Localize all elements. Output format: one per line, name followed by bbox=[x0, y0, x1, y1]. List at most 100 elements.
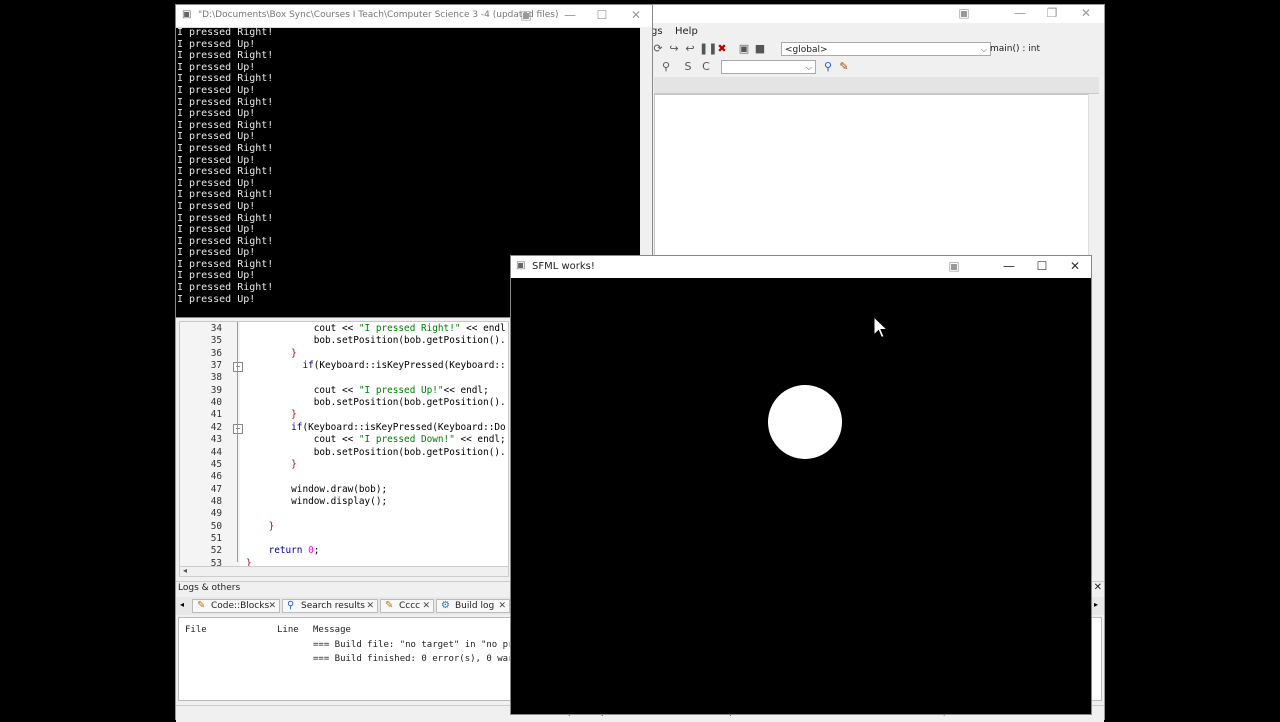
code-line[interactable]: cout << "I pressed Right!" << endl bbox=[246, 323, 506, 334]
console-line: I pressed Right! bbox=[177, 212, 274, 224]
console-title: "D:\Documents\Box Sync\Courses I Teach\C… bbox=[198, 10, 558, 20]
console-line: I pressed Right! bbox=[177, 166, 274, 178]
code-line[interactable]: cout << "I pressed Up!"<< endl; bbox=[246, 385, 489, 396]
tabs-scroll-left-icon[interactable]: ◂ bbox=[180, 600, 184, 609]
console-line: I pressed Right! bbox=[177, 27, 274, 38]
tab-close-icon[interactable]: ✕ bbox=[422, 600, 430, 612]
tab-close-icon[interactable]: ✕ bbox=[498, 600, 506, 612]
fold-toggle-icon[interactable]: − bbox=[233, 362, 243, 373]
column-message[interactable]: Message bbox=[313, 625, 351, 635]
console-minimize-button[interactable]: — bbox=[554, 7, 586, 25]
code-line[interactable]: bob.setPosition(bob.getPosition(). bbox=[246, 447, 506, 458]
sfml-titlebar: ▣ SFML works! ▣ — ☐ ✕ bbox=[511, 256, 1091, 278]
tab-close-icon[interactable]: ✕ bbox=[268, 600, 276, 612]
line-number: 50 bbox=[210, 520, 222, 532]
tab-codeblocks[interactable]: ✎ Code::Blocks ✕ bbox=[192, 599, 280, 613]
stop-icon[interactable]: ✖ bbox=[715, 42, 729, 56]
sfml-pin-icon[interactable]: ▣ bbox=[938, 258, 970, 276]
search-icon: ⚲ bbox=[287, 600, 295, 611]
function-combo[interactable]: main() : int bbox=[987, 42, 1102, 56]
console-line: I pressed Up! bbox=[177, 200, 256, 212]
console-pin-icon[interactable]: ▣ bbox=[510, 7, 542, 25]
debug-next-icon[interactable]: ⟳ bbox=[651, 42, 665, 56]
code-line[interactable]: return 0; bbox=[246, 545, 320, 556]
sfml-maximize-button[interactable]: ☐ bbox=[1026, 258, 1058, 276]
line-number: 45 bbox=[210, 458, 222, 470]
line-number: 34 bbox=[210, 323, 222, 334]
ide-close-button[interactable]: ✕ bbox=[1070, 5, 1102, 23]
console-line: I pressed Right! bbox=[177, 96, 274, 108]
sfml-close-button[interactable]: ✕ bbox=[1059, 258, 1091, 276]
console-line: I pressed Up! bbox=[177, 38, 256, 50]
console-line: I pressed Up! bbox=[177, 131, 256, 143]
line-number: 37 bbox=[210, 360, 222, 372]
tab-build-log[interactable]: ⚙ Build log ✕ bbox=[436, 599, 510, 613]
info-icon[interactable]: ■ bbox=[753, 42, 767, 56]
log-message: === Build file: "no target" in "no proj bbox=[313, 640, 525, 650]
fold-line bbox=[237, 322, 238, 562]
line-number: 48 bbox=[210, 495, 222, 507]
console-line: I pressed Right! bbox=[177, 189, 274, 201]
line-number: 36 bbox=[210, 347, 222, 359]
search-settings-icon[interactable]: ✎ bbox=[837, 60, 851, 74]
code-editor[interactable]: 34 cout << "I pressed Right!" << endl 35 … bbox=[179, 321, 509, 567]
sfml-app-icon: ▣ bbox=[516, 260, 526, 271]
ide-restore-button[interactable]: ❐ bbox=[1036, 5, 1068, 23]
console-app-icon: ▣ bbox=[182, 9, 192, 20]
column-line[interactable]: Line bbox=[277, 625, 299, 635]
scroll-left-icon[interactable]: ◂ bbox=[183, 566, 187, 575]
search-combo[interactable]: ⌵ bbox=[721, 60, 816, 74]
code-line[interactable]: if(Keyboard::isKeyPressed(Keyboard:: bbox=[246, 360, 505, 371]
column-file[interactable]: File bbox=[185, 625, 207, 635]
step-out-icon[interactable]: ↩ bbox=[683, 42, 697, 56]
sfml-window[interactable]: ▣ SFML works! ▣ — ☐ ✕ bbox=[510, 255, 1092, 715]
tab-cccc[interactable]: ✎ Cccc ✕ bbox=[380, 599, 434, 613]
code-line[interactable]: } bbox=[246, 459, 297, 470]
scope-combo[interactable]: <global> ⌵ bbox=[781, 42, 991, 56]
ide-minimize-button[interactable]: — bbox=[1004, 5, 1036, 23]
search-run-icon[interactable]: ⚲ bbox=[821, 60, 835, 74]
tab-close-icon[interactable]: ✕ bbox=[366, 600, 374, 612]
c-icon[interactable]: C bbox=[699, 60, 713, 74]
sfml-minimize-button[interactable]: — bbox=[993, 258, 1025, 276]
code-line[interactable]: } bbox=[246, 521, 275, 532]
code-line[interactable]: } bbox=[246, 409, 297, 420]
white-circle-shape bbox=[768, 385, 842, 459]
code-line[interactable]: window.draw(bob); bbox=[246, 484, 387, 495]
line-number: 35 bbox=[210, 335, 222, 347]
code-line[interactable]: if(Keyboard::isKeyPressed(Keyboard::Do bbox=[246, 422, 506, 433]
code-line[interactable]: bob.setPosition(bob.getPosition(). bbox=[246, 335, 506, 346]
code-line[interactable]: cout << "I pressed Down!" << endl; bbox=[246, 434, 506, 445]
log-message: === Build finished: 0 error(s), 0 warni bbox=[313, 654, 525, 664]
step-into-icon[interactable]: ↪ bbox=[667, 42, 681, 56]
console-line: I pressed Right! bbox=[177, 142, 274, 154]
menu-help[interactable]: Help bbox=[675, 26, 698, 37]
pencil-icon: ✎ bbox=[197, 600, 206, 611]
logs-title: Logs & others bbox=[178, 583, 241, 593]
tabs-scroll-right-icon[interactable]: ▸ bbox=[1094, 600, 1098, 609]
code-line[interactable]: bob.setPosition(bob.getPosition(). bbox=[246, 397, 506, 408]
console-line: I pressed Up! bbox=[177, 177, 256, 189]
zoom-icon[interactable]: ⚲ bbox=[659, 60, 673, 74]
line-number: 44 bbox=[210, 446, 222, 458]
strikethrough-s-icon[interactable]: S bbox=[681, 60, 695, 74]
sfml-title: SFML works! bbox=[532, 261, 595, 272]
fold-toggle-icon[interactable]: − bbox=[233, 423, 243, 434]
pencil-icon: ✎ bbox=[385, 600, 394, 611]
code-line[interactable]: } bbox=[246, 348, 297, 359]
console-close-button[interactable]: ✕ bbox=[620, 7, 652, 25]
console-maximize-button[interactable]: ☐ bbox=[586, 7, 618, 25]
editor-horizontal-scrollbar[interactable]: ◂ bbox=[179, 566, 509, 577]
console-line: I pressed Up! bbox=[177, 108, 256, 120]
line-number: 46 bbox=[210, 471, 222, 483]
console-line: I pressed Up! bbox=[177, 84, 256, 96]
tab-search-results[interactable]: ⚲ Search results ✕ bbox=[282, 599, 378, 613]
pause-icon[interactable]: ❚❚ bbox=[699, 42, 717, 56]
ide-pin-icon[interactable]: ▣ bbox=[948, 5, 980, 23]
console-line: I pressed Up! bbox=[177, 61, 256, 73]
code-line[interactable]: window.display(); bbox=[246, 496, 387, 507]
logs-close-icon[interactable]: ✕ bbox=[1094, 582, 1102, 593]
line-number: 43 bbox=[210, 434, 222, 446]
console-line: I pressed Up! bbox=[177, 224, 256, 236]
debug-windows-icon[interactable]: ▣ bbox=[737, 42, 751, 56]
